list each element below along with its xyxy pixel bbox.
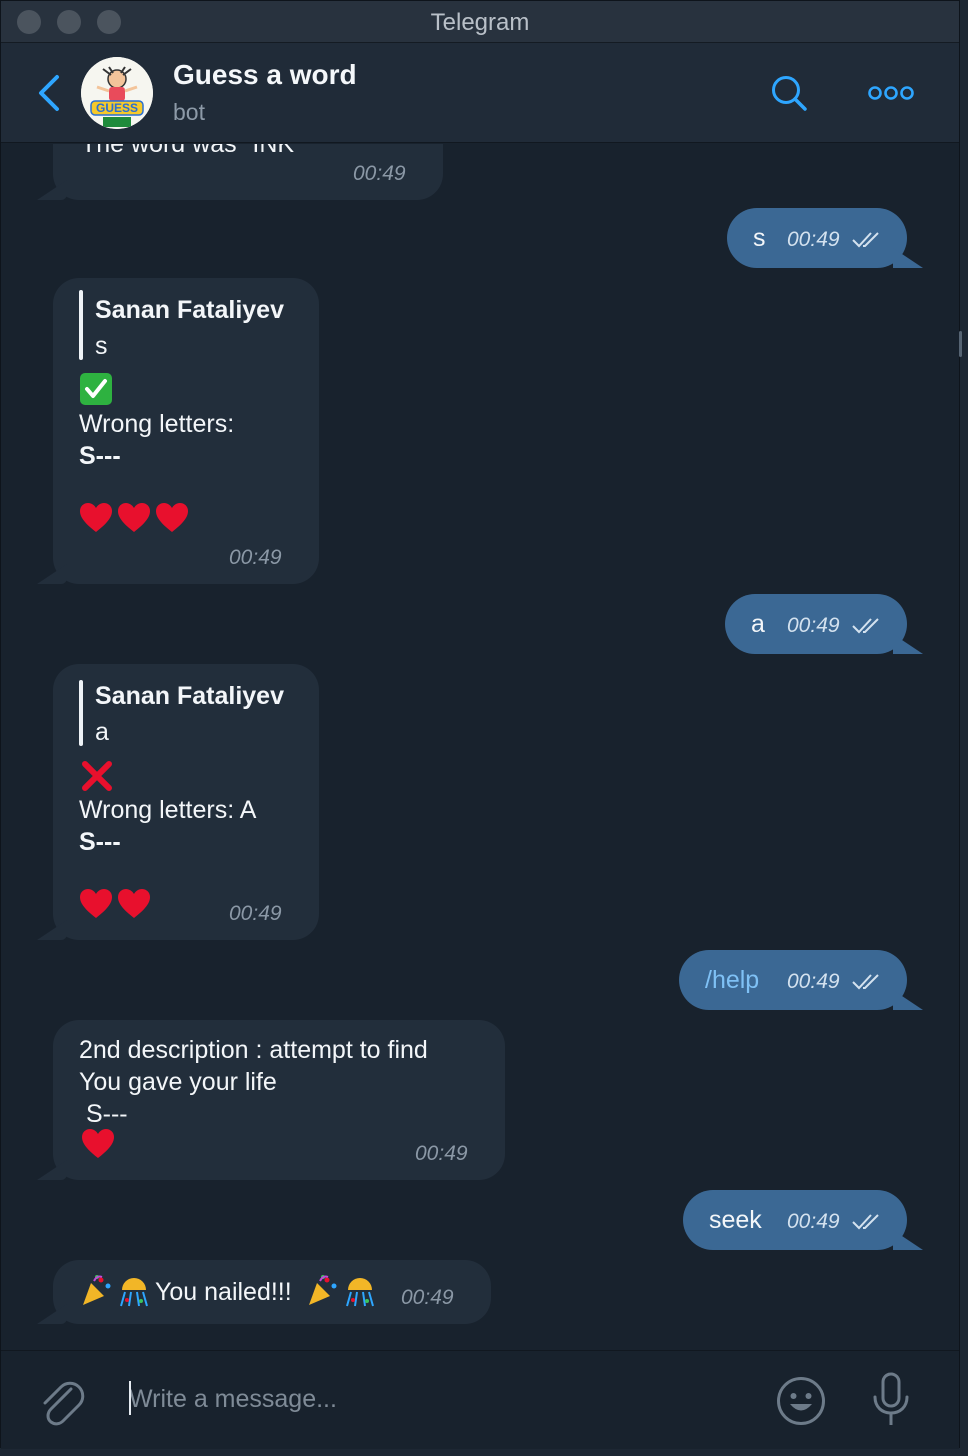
message-time: 00:49 [229,546,282,569]
heart-icon [118,503,150,532]
message-time: 00:49 [353,162,406,185]
paperclip-icon [43,1381,85,1426]
reply-bar [79,290,83,360]
more-options-button[interactable] [865,79,917,107]
incoming-message[interactable]: 2nd description : attempt to find You ga… [37,1020,505,1180]
reply-text: s [95,332,108,360]
message-text: The word was "INK" [81,144,303,158]
heart-icon [156,503,188,532]
message-text: You nailed!!! [155,1278,292,1306]
message-time: 00:49 [787,614,840,637]
voice-message-button[interactable] [869,1371,913,1429]
message-time: 00:49 [401,1286,454,1309]
chat-header: GUESS Guess a word bot [1,43,959,143]
chat-subtitle: bot [173,99,205,125]
heart-icon [80,889,112,918]
reply-text: a [95,718,109,746]
message-time: 00:49 [787,970,840,993]
message-time: 00:49 [229,902,282,925]
reply-author: Sanan Fataliyev [95,682,284,710]
read-checkmarks-icon [852,232,879,248]
chevron-left-icon [39,75,59,111]
message-line: S--- [79,1100,128,1128]
message-line: Wrong letters: A [79,796,257,824]
back-button[interactable] [31,71,71,115]
incoming-message[interactable]: Sanan Fataliyev s Wrong letters: S--- 00… [37,278,319,584]
message-line: You gave your life [79,1068,277,1096]
message-text: s [753,224,766,252]
guess-a-word-bot-avatar-icon: GUESS [81,57,153,129]
read-checkmarks-icon [852,1214,879,1230]
emoji-button[interactable] [775,1375,827,1427]
heart-icon [82,1129,114,1158]
message-text: seek [709,1206,762,1234]
party-popper-icon [83,1275,111,1305]
telegram-window: Telegram GUESS Guess a word bot The word… [0,0,962,1449]
message-time: 00:49 [787,1210,840,1233]
message-line: S--- [79,442,121,470]
check-mark-icon [80,373,112,405]
svg-text:GUESS: GUESS [96,101,138,115]
outgoing-message[interactable]: s 00:49 [727,208,923,268]
incoming-message[interactable]: Sanan Fataliyev a Wrong letters: A S--- … [37,664,319,940]
text-cursor [129,1381,131,1415]
message-time: 00:49 [787,228,840,251]
incoming-message[interactable]: You nailed!!! 00:49 [37,1260,491,1324]
command-link[interactable]: /help [705,964,759,996]
message-line: S--- [79,828,121,856]
party-popper-icon [309,1275,337,1305]
reply-author: Sanan Fataliyev [95,296,284,324]
read-checkmarks-icon [852,974,879,990]
outgoing-message[interactable]: /help 00:49 [679,950,923,1010]
chat-title: Guess a word [173,59,357,90]
microphone-icon [873,1372,909,1425]
confetti-ball-icon [120,1278,148,1307]
search-button[interactable] [769,73,809,113]
message-list[interactable]: The word was "INK" 00:49 s 00:49 Sanan F… [1,144,959,1350]
message-text: a [751,610,765,638]
outgoing-message[interactable]: a 00:49 [725,594,923,654]
message-input[interactable] [129,1377,749,1421]
incoming-message[interactable]: The word was "INK" 00:49 [37,144,443,200]
title-bar: Telegram [1,1,959,43]
confetti-ball-icon [346,1278,374,1307]
scrollbar-handle[interactable] [959,331,962,357]
search-icon [772,76,807,111]
reply-bar [79,680,83,746]
cross-mark-icon [82,761,112,791]
heart-icon [118,889,150,918]
heart-icon [80,503,112,532]
smiley-icon [777,1377,825,1425]
message-time: 00:49 [415,1142,468,1165]
message-composer [1,1350,959,1449]
more-dots-icon [868,86,914,100]
read-checkmarks-icon [852,618,879,634]
message-line: Wrong letters: [79,410,235,438]
avatar[interactable]: GUESS [81,57,153,129]
attach-button[interactable] [37,1375,85,1427]
message-line: 2nd description : attempt to find [79,1036,428,1064]
outgoing-message[interactable]: seek 00:49 [683,1190,923,1250]
window-title: Telegram [430,9,530,36]
